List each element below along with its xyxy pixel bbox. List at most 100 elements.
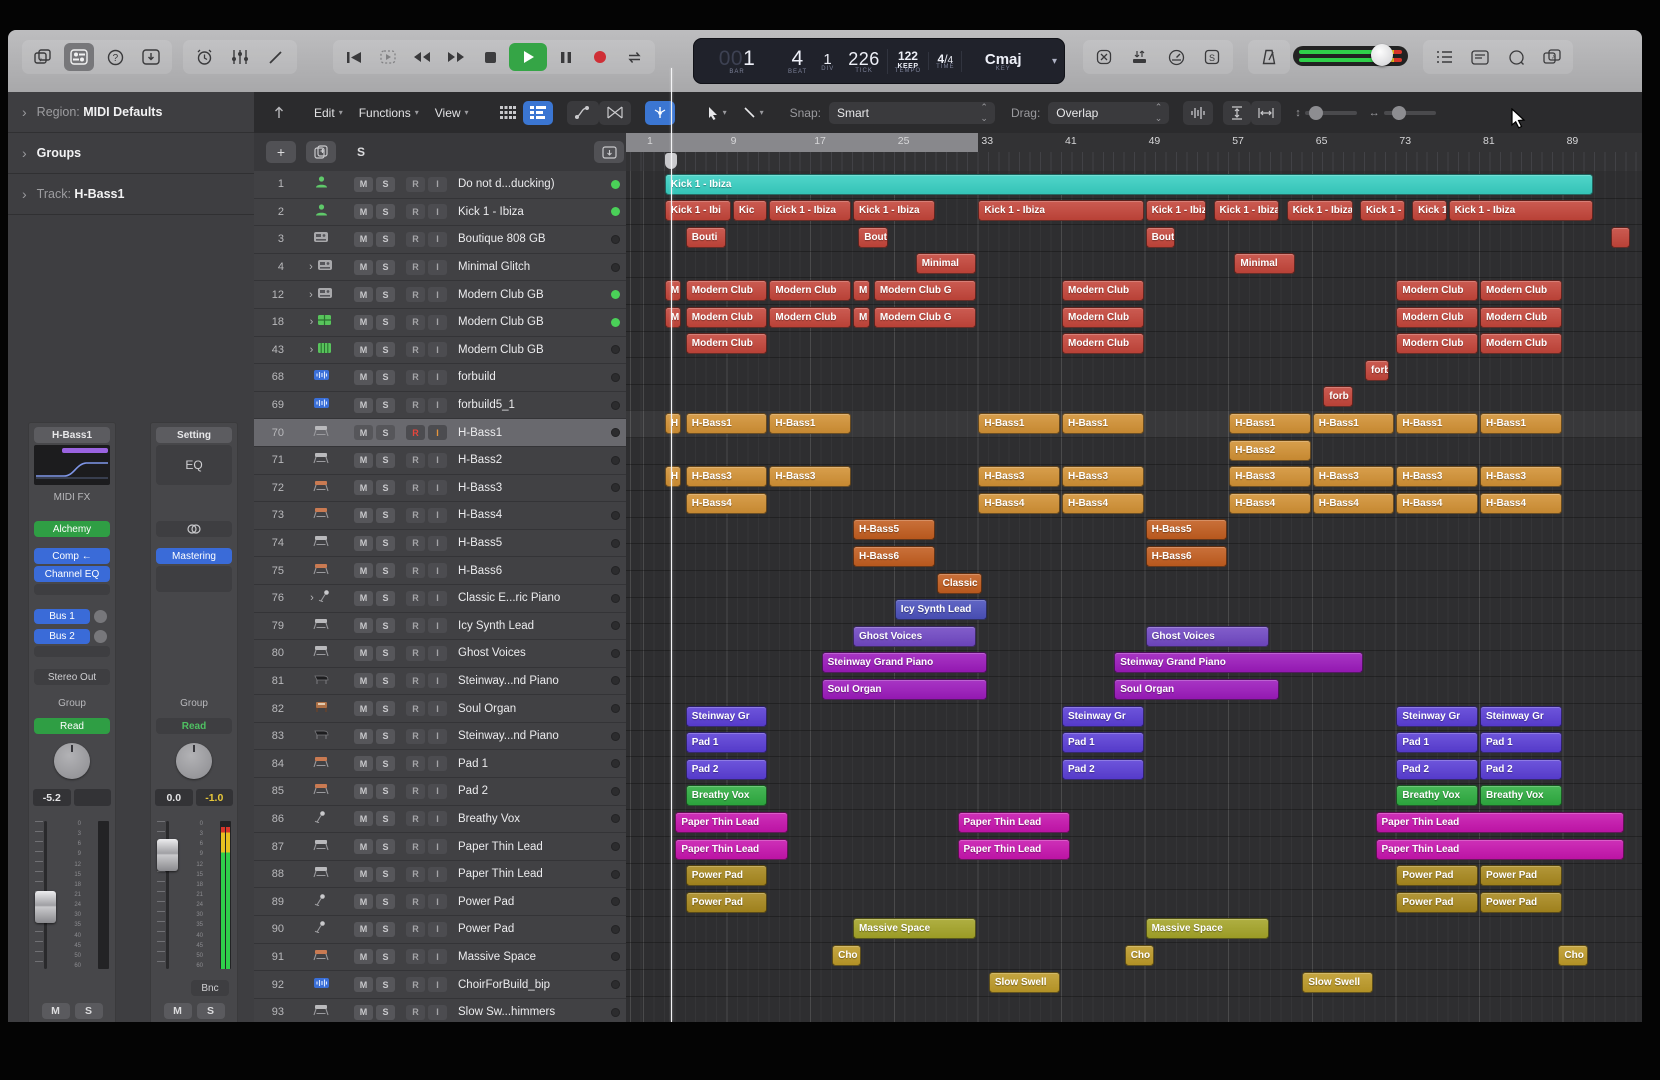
midi-region[interactable]: H-Bass1: [1396, 413, 1478, 434]
mute-button[interactable]: M: [354, 756, 373, 771]
automation-mode[interactable]: Read: [34, 718, 110, 734]
pan-knob[interactable]: [54, 743, 90, 779]
strip-setting-tab[interactable]: Setting: [156, 427, 232, 443]
midi-region[interactable]: M: [665, 280, 681, 301]
track-on-cell[interactable]: [604, 759, 626, 768]
punch-in-out-icon[interactable]: [1125, 43, 1155, 71]
track-name[interactable]: ChoirForBuild_bip: [450, 979, 604, 991]
solo-button[interactable]: S: [376, 618, 395, 633]
midi-region[interactable]: Modern Club: [686, 280, 768, 301]
add-track-button[interactable]: +: [266, 141, 296, 163]
mute-button[interactable]: M: [354, 922, 373, 937]
solo-button[interactable]: S: [376, 425, 395, 440]
mute-button[interactable]: M: [354, 1005, 373, 1020]
track-row[interactable]: 81MSRISteinway...nd Piano: [254, 668, 626, 696]
track-on-cell[interactable]: [604, 373, 626, 382]
input-monitor-button[interactable]: I: [428, 922, 447, 937]
midi-region[interactable]: Paper Thin Lead: [958, 812, 1071, 833]
solo-button[interactable]: S: [376, 232, 395, 247]
midi-region[interactable]: H-Bass4: [686, 493, 768, 514]
record-enable-button[interactable]: R: [406, 232, 425, 247]
midi-region[interactable]: Modern Club: [1480, 307, 1562, 328]
track-name[interactable]: H-Bass2: [450, 454, 604, 466]
track-icon-cell[interactable]: ›: [288, 258, 354, 276]
input-monitor-button[interactable]: I: [428, 811, 447, 826]
track-row[interactable]: 72MSRIH-Bass3: [254, 475, 626, 503]
track-name[interactable]: Soul Organ: [450, 703, 604, 715]
solo-button[interactable]: S: [376, 756, 395, 771]
midi-region[interactable]: H-Bass3: [1480, 466, 1562, 487]
mute-button[interactable]: M: [354, 729, 373, 744]
midi-region[interactable]: H-Bass3: [1062, 466, 1144, 487]
midi-region[interactable]: H-Bass3: [1229, 466, 1311, 487]
midi-region[interactable]: H-Bass1: [978, 413, 1060, 434]
input-monitor-button[interactable]: I: [428, 977, 447, 992]
input-monitor-button[interactable]: I: [428, 425, 447, 440]
track-name[interactable]: Paper Thin Lead: [450, 841, 604, 853]
midi-region[interactable]: Cho: [1558, 945, 1587, 966]
track-on-indicator[interactable]: [611, 373, 620, 382]
track-name[interactable]: Pad 2: [450, 785, 604, 797]
input-monitor-button[interactable]: I: [428, 563, 447, 578]
input-monitor-button[interactable]: I: [428, 894, 447, 909]
midi-region[interactable]: H-Bass3: [769, 466, 851, 487]
mute-button[interactable]: M: [354, 177, 373, 192]
play-from-selection-button[interactable]: [373, 43, 403, 71]
midi-region[interactable]: Modern Club: [1480, 280, 1562, 301]
master-volume-knob[interactable]: [1371, 44, 1393, 66]
output-fx-slot[interactable]: Mastering: [156, 548, 232, 564]
replace-shield-icon[interactable]: [1089, 43, 1119, 71]
rewind-button[interactable]: [407, 43, 437, 71]
solo-button[interactable]: S: [376, 315, 395, 330]
record-enable-button[interactable]: R: [406, 287, 425, 302]
audio-fx-slot-1[interactable]: Comp ←: [34, 548, 110, 564]
vertical-zoom-slider[interactable]: [1305, 111, 1357, 115]
track-on-cell[interactable]: [604, 456, 626, 465]
track-name[interactable]: H-Bass3: [450, 482, 604, 494]
solo-button[interactable]: S: [376, 811, 395, 826]
record-enable-button[interactable]: R: [406, 894, 425, 909]
track-row[interactable]: 91MSRIMassive Space: [254, 944, 626, 972]
arrange-area[interactable]: Kick 1 - IbizaKick 1 - IbiKicKick 1 - Ib…: [626, 171, 1642, 1022]
track-on-indicator[interactable]: [611, 566, 620, 575]
mute-button[interactable]: M: [354, 425, 373, 440]
midi-region[interactable]: H-Bass3: [686, 466, 768, 487]
midi-region[interactable]: Steinway Gr: [1396, 706, 1478, 727]
midi-region[interactable]: Power Pad: [1480, 892, 1562, 913]
track-on-cell[interactable]: [604, 401, 626, 410]
bounce-button[interactable]: Bnc: [191, 980, 229, 996]
midi-region[interactable]: H-Bass1: [1313, 413, 1395, 434]
solo-button[interactable]: S: [376, 342, 395, 357]
solo-button[interactable]: S: [376, 673, 395, 688]
solo-button[interactable]: S: [75, 1003, 103, 1019]
track-on-indicator[interactable]: [611, 759, 620, 768]
track-on-indicator[interactable]: [611, 897, 620, 906]
horizontal-zoom-slider[interactable]: [1384, 111, 1436, 115]
mute-button[interactable]: M: [354, 508, 373, 523]
midi-region[interactable]: forbul: [1365, 360, 1389, 381]
solo-button[interactable]: S: [376, 1005, 395, 1020]
mute-button[interactable]: M: [354, 453, 373, 468]
input-monitor-button[interactable]: I: [428, 342, 447, 357]
track-on-cell[interactable]: [604, 649, 626, 658]
solo-button[interactable]: S: [376, 784, 395, 799]
vertical-zoom-icon[interactable]: [1223, 101, 1251, 125]
track-on-indicator[interactable]: [611, 870, 620, 879]
midi-region[interactable]: Breathy Vox: [1396, 785, 1478, 806]
input-monitor-button[interactable]: I: [428, 536, 447, 551]
midi-region[interactable]: H: [665, 413, 681, 434]
track-on-indicator[interactable]: [611, 428, 620, 437]
midi-region[interactable]: Power Pad: [1396, 892, 1478, 913]
midi-region[interactable]: M: [665, 307, 681, 328]
record-enable-button[interactable]: R: [406, 508, 425, 523]
midi-region[interactable]: H-Bass4: [1229, 493, 1311, 514]
midi-region[interactable]: H-Bass2: [1229, 440, 1311, 461]
solo-button[interactable]: S: [376, 977, 395, 992]
solo-button[interactable]: S: [376, 287, 395, 302]
midi-region[interactable]: H-Bass4: [1396, 493, 1478, 514]
midi-region[interactable]: H-Bass1: [1062, 413, 1144, 434]
track-on-indicator[interactable]: [611, 704, 620, 713]
track-name[interactable]: forbuild5_1: [450, 399, 604, 411]
track-on-indicator[interactable]: [611, 732, 620, 741]
record-enable-button[interactable]: R: [406, 729, 425, 744]
